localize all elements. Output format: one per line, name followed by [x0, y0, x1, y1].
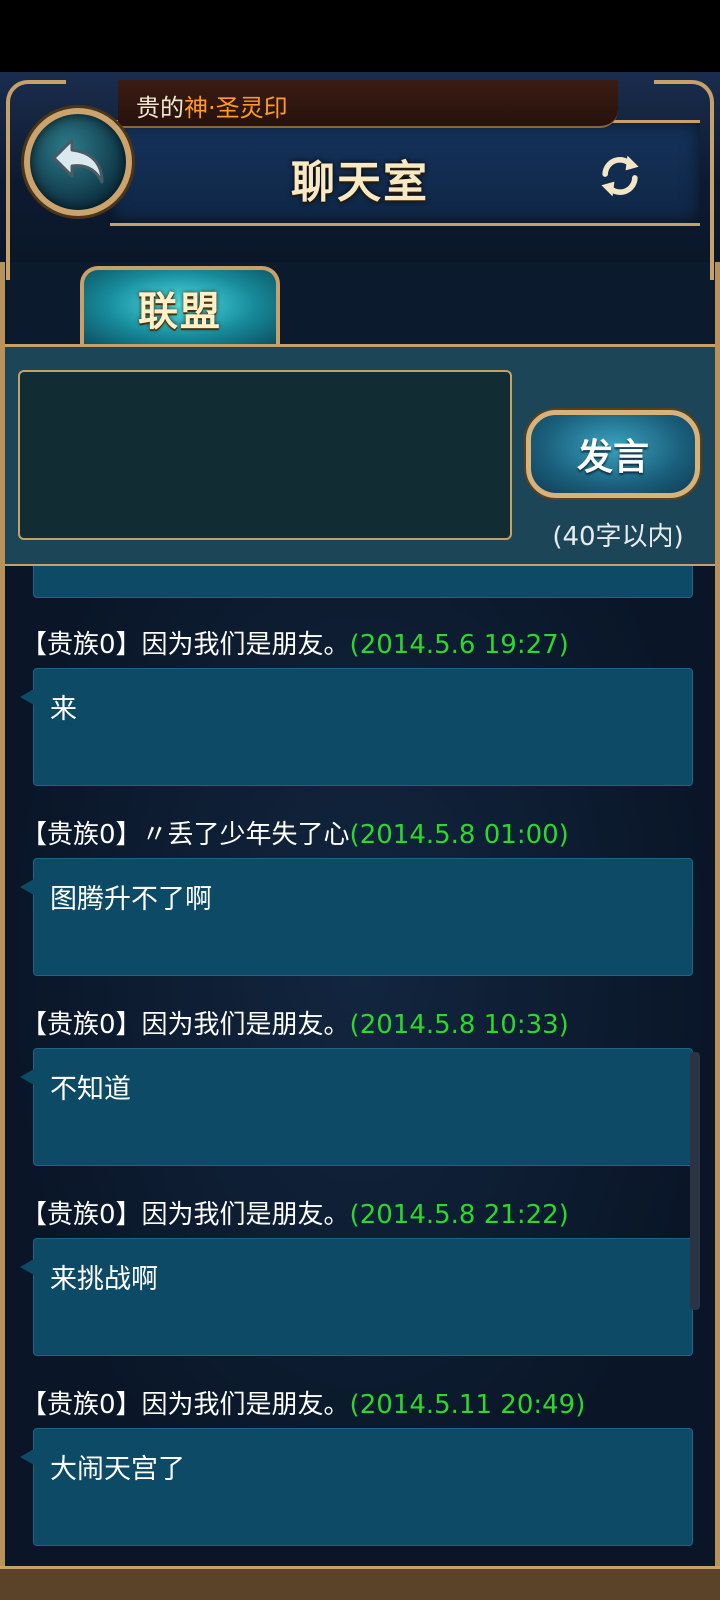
message-bubble: 大闹天宫了	[20, 1428, 693, 1546]
message-text: 不知道	[50, 1074, 131, 1105]
message-header: 【贵族0】因为我们是朋友。(2014.5.6 19:27)	[21, 624, 569, 661]
message-text: 来	[50, 694, 77, 725]
banner-text: 贵的神·圣灵印	[136, 88, 288, 123]
message-time: (2014.5.8 21:22)	[349, 1200, 569, 1230]
message-sender: 【贵族0】因为我们是朋友。	[21, 1010, 350, 1040]
back-arrow-icon	[46, 128, 110, 196]
message-sender: 【贵族0】〃丢了少年失了心	[21, 820, 350, 850]
back-button[interactable]	[24, 108, 132, 216]
char-limit-hint: (40字以内)	[552, 522, 684, 552]
message-text: 来挑战啊	[50, 1264, 158, 1295]
message-header: 【贵族0】因为我们是朋友。(2014.5.8 10:33)	[21, 1004, 569, 1041]
tab-alliance-label: 联盟	[138, 289, 222, 335]
banner-prefix: 贵的	[136, 94, 184, 122]
frame-bottom-border	[0, 1566, 720, 1600]
message-text: 大闹天宫了	[50, 1454, 185, 1485]
message-text: 图腾升不了啊	[50, 884, 212, 915]
message-header: 【贵族0】〃丢了少年失了心(2014.5.8 01:00)	[21, 814, 569, 851]
chat-message-list[interactable]: 【贵族0】因为我们是朋友。(2014.5.6 19:27) 来 【贵族0】〃丢了…	[5, 566, 715, 1566]
refresh-icon	[594, 150, 646, 206]
message-time: (2014.5.8 01:00)	[349, 820, 569, 850]
message-sender: 【贵族0】因为我们是朋友。	[21, 630, 350, 660]
tab-alliance[interactable]: 联盟	[80, 266, 280, 346]
message-bubble: 不知道	[20, 1048, 693, 1166]
send-button[interactable]: 发言	[526, 410, 700, 498]
message-time: (2014.5.8 10:33)	[349, 1010, 569, 1040]
chat-room-screen: 贵的神·圣灵印 聊天室 联盟 发言 (40字以内) 【贵族0】因为我们是朋友。(…	[0, 0, 720, 1600]
message-bubble-partial	[33, 566, 693, 598]
banner-highlight: 神·圣灵印	[184, 94, 288, 122]
message-sender: 【贵族0】因为我们是朋友。	[21, 1200, 350, 1230]
page-title: 聊天室	[291, 157, 429, 208]
message-header: 【贵族0】因为我们是朋友。(2014.5.11 20:49)	[21, 1384, 585, 1421]
scroll-banner: 贵的神·圣灵印	[118, 80, 618, 128]
message-time: (2014.5.11 20:49)	[349, 1390, 586, 1420]
message-bubble: 来挑战啊	[20, 1238, 693, 1356]
message-header: 【贵族0】因为我们是朋友。(2014.5.8 21:22)	[21, 1194, 569, 1231]
message-input[interactable]	[18, 370, 512, 540]
message-sender: 【贵族0】因为我们是朋友。	[21, 1390, 350, 1420]
send-button-label: 发言	[576, 437, 649, 478]
message-time: (2014.5.6 19:27)	[349, 630, 569, 660]
message-bubble: 图腾升不了啊	[20, 858, 693, 976]
message-bubble: 来	[20, 668, 693, 786]
refresh-button[interactable]	[592, 150, 648, 206]
chat-scrollbar[interactable]	[690, 1052, 700, 1310]
status-bar	[0, 0, 720, 72]
